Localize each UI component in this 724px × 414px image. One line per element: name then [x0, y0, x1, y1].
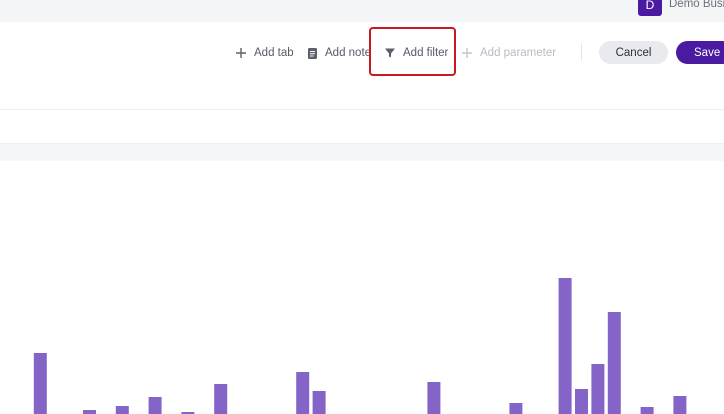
chart-bar[interactable]: [115, 406, 129, 414]
add-tab-label: Add tab: [254, 47, 294, 59]
plus-icon: [234, 46, 248, 60]
bar-chart: [33, 278, 687, 414]
chart-bar[interactable]: [148, 397, 162, 414]
chart-bar[interactable]: [558, 278, 572, 414]
avatar[interactable]: D: [638, 0, 662, 16]
chart-bar[interactable]: [214, 384, 228, 414]
plus-icon: [460, 46, 474, 60]
add-note-label: Add note: [325, 47, 372, 59]
chart-bar[interactable]: [296, 372, 310, 414]
note-icon: [305, 46, 319, 60]
chart-bar[interactable]: [83, 410, 96, 414]
cancel-button[interactable]: Cancel: [599, 41, 668, 64]
chart-bar[interactable]: [591, 364, 605, 414]
add-tab-button[interactable]: Add tab: [234, 43, 294, 63]
top-bar: [0, 0, 724, 22]
chart-bar[interactable]: [640, 407, 654, 414]
add-parameter-button[interactable]: Add parameter: [460, 43, 556, 63]
chart-bar[interactable]: [33, 353, 47, 414]
add-parameter-label: Add parameter: [480, 47, 557, 59]
add-filter-highlight: [369, 27, 456, 76]
business-name[interactable]: Demo Busin: [669, 0, 724, 10]
chart-header-band: [0, 143, 724, 161]
chart-bar[interactable]: [575, 389, 588, 414]
chart-bar[interactable]: [312, 391, 326, 414]
chart-bar[interactable]: [509, 403, 523, 414]
chart-bar[interactable]: [607, 312, 621, 414]
save-button[interactable]: Save: [676, 41, 724, 64]
toolbar-divider: [581, 43, 582, 61]
chart-bar[interactable]: [427, 382, 441, 414]
section-divider: [0, 109, 724, 110]
chart-bar[interactable]: [673, 396, 687, 414]
add-note-button[interactable]: Add note: [305, 43, 371, 63]
